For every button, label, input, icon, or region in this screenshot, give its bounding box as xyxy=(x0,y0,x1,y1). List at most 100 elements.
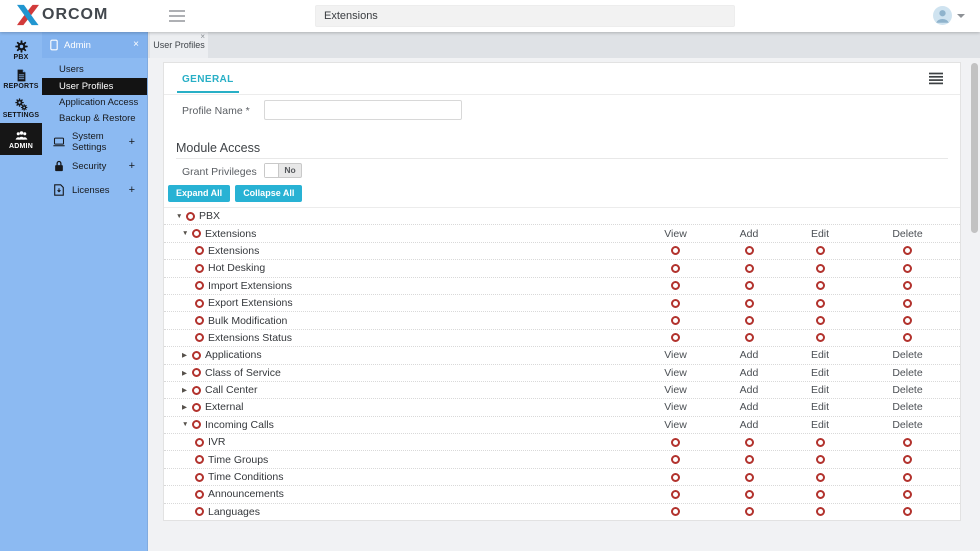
perm-radio-icon[interactable] xyxy=(815,333,825,343)
collapse-all-button[interactable]: Collapse All xyxy=(235,185,303,202)
perm-radio-icon[interactable] xyxy=(744,298,754,308)
sidebar-item-settings[interactable]: SETTINGS xyxy=(0,94,42,123)
perm-radio-icon[interactable] xyxy=(903,281,912,291)
collapse-arrow-icon[interactable]: ▼ xyxy=(182,421,192,428)
module-radio-icon[interactable] xyxy=(192,229,201,239)
perm-radio-icon[interactable] xyxy=(903,246,912,256)
sidebar-item-system-settings[interactable]: System Settings + xyxy=(42,131,147,153)
perm-radio-icon[interactable] xyxy=(744,507,754,517)
chevron-down-icon[interactable] xyxy=(957,14,965,18)
perm-radio-icon[interactable] xyxy=(815,455,825,465)
tab-user-profiles[interactable]: User Profiles × xyxy=(150,32,208,58)
sidebar-item-admin[interactable]: ADMIN xyxy=(0,123,42,155)
module-radio-icon[interactable] xyxy=(195,316,204,326)
perm-radio-icon[interactable] xyxy=(671,507,680,517)
perm-cell-edit xyxy=(785,298,855,308)
avatar[interactable] xyxy=(933,6,952,25)
perm-radio-icon[interactable] xyxy=(671,489,680,499)
perm-radio-icon[interactable] xyxy=(815,281,825,291)
perm-radio-icon[interactable] xyxy=(903,263,912,273)
perm-radio-icon[interactable] xyxy=(671,472,680,482)
module-radio-icon[interactable] xyxy=(186,211,195,221)
perm-radio-icon[interactable] xyxy=(903,472,912,482)
perm-radio-icon[interactable] xyxy=(744,316,754,326)
perm-cell-delete xyxy=(855,455,960,465)
search-input[interactable] xyxy=(315,5,735,27)
expand-all-button[interactable]: Expand All xyxy=(168,185,231,202)
module-radio-icon[interactable] xyxy=(195,333,204,343)
perm-radio-icon[interactable] xyxy=(815,316,825,326)
plus-icon[interactable]: + xyxy=(129,160,135,172)
module-radio-icon[interactable] xyxy=(195,507,204,517)
perm-radio-icon[interactable] xyxy=(671,246,680,256)
perm-radio-icon[interactable] xyxy=(744,263,754,273)
perm-radio-icon[interactable] xyxy=(671,281,680,291)
perm-radio-icon[interactable] xyxy=(903,489,912,499)
close-icon[interactable]: × xyxy=(133,40,139,50)
perm-radio-icon[interactable] xyxy=(671,316,680,326)
tab-close-icon[interactable]: × xyxy=(200,33,205,41)
plus-icon[interactable]: + xyxy=(129,184,135,196)
sidebar-item-users[interactable]: Users xyxy=(42,62,147,78)
module-radio-icon[interactable] xyxy=(192,385,201,395)
perm-radio-icon[interactable] xyxy=(744,455,754,465)
sidebar-item-user-profiles[interactable]: User Profiles xyxy=(42,78,147,95)
perm-radio-icon[interactable] xyxy=(744,246,754,256)
expand-arrow-icon[interactable]: ▶ xyxy=(182,386,192,394)
module-radio-icon[interactable] xyxy=(195,281,204,291)
profile-name-input[interactable] xyxy=(264,100,462,120)
module-radio-icon[interactable] xyxy=(195,246,204,256)
perm-radio-icon[interactable] xyxy=(815,298,825,308)
perm-radio-icon[interactable] xyxy=(815,489,825,499)
perm-radio-icon[interactable] xyxy=(815,263,825,273)
sidebar-item-reports[interactable]: REPORTS xyxy=(0,65,42,94)
expand-arrow-icon[interactable]: ▶ xyxy=(182,369,192,377)
tab-general[interactable]: GENERAL xyxy=(182,74,234,85)
module-radio-icon[interactable] xyxy=(195,263,204,273)
perm-radio-icon[interactable] xyxy=(744,489,754,499)
perm-radio-icon[interactable] xyxy=(671,298,680,308)
grant-privileges-toggle[interactable]: No xyxy=(264,163,302,178)
sidebar-item-licenses[interactable]: Licenses + xyxy=(42,181,147,199)
module-radio-icon[interactable] xyxy=(195,437,204,447)
module-radio-icon[interactable] xyxy=(192,368,201,378)
perm-radio-icon[interactable] xyxy=(903,455,912,465)
module-radio-icon[interactable] xyxy=(192,420,201,430)
perm-radio-icon[interactable] xyxy=(671,455,680,465)
perm-radio-icon[interactable] xyxy=(744,437,754,447)
perm-radio-icon[interactable] xyxy=(744,281,754,291)
expand-arrow-icon[interactable]: ▶ xyxy=(182,403,192,411)
perm-radio-icon[interactable] xyxy=(744,472,754,482)
perm-radio-icon[interactable] xyxy=(815,246,825,256)
perm-radio-icon[interactable] xyxy=(903,298,912,308)
module-radio-icon[interactable] xyxy=(195,472,204,482)
expand-arrow-icon[interactable]: ▶ xyxy=(182,351,192,359)
perm-radio-icon[interactable] xyxy=(903,316,912,326)
app-window: ORCOM PBX xyxy=(0,0,980,551)
perm-radio-icon[interactable] xyxy=(671,333,680,343)
perm-radio-icon[interactable] xyxy=(903,437,912,447)
module-radio-icon[interactable] xyxy=(195,489,204,499)
perm-radio-icon[interactable] xyxy=(903,507,912,517)
perm-radio-icon[interactable] xyxy=(671,437,680,447)
scrollbar-thumb[interactable] xyxy=(971,63,978,233)
perm-radio-icon[interactable] xyxy=(744,333,754,343)
menu-icon[interactable] xyxy=(168,9,186,23)
module-radio-icon[interactable] xyxy=(195,298,204,308)
sidebar-item-security[interactable]: Security + xyxy=(42,157,147,175)
sidebar-item-application-access[interactable]: Application Access xyxy=(42,95,147,111)
collapse-arrow-icon[interactable]: ▼ xyxy=(182,230,192,237)
list-view-icon[interactable] xyxy=(928,72,946,88)
perm-radio-icon[interactable] xyxy=(903,333,912,343)
module-radio-icon[interactable] xyxy=(195,455,204,465)
sidebar-item-pbx[interactable]: PBX xyxy=(0,36,42,65)
perm-radio-icon[interactable] xyxy=(815,472,825,482)
perm-radio-icon[interactable] xyxy=(815,437,825,447)
perm-radio-icon[interactable] xyxy=(815,507,825,517)
collapse-arrow-icon[interactable]: ▼ xyxy=(176,213,186,220)
module-radio-icon[interactable] xyxy=(192,402,201,412)
sidebar-item-backup-restore[interactable]: Backup & Restore xyxy=(42,111,147,127)
module-radio-icon[interactable] xyxy=(192,350,201,360)
perm-radio-icon[interactable] xyxy=(671,263,680,273)
plus-icon[interactable]: + xyxy=(129,136,135,148)
